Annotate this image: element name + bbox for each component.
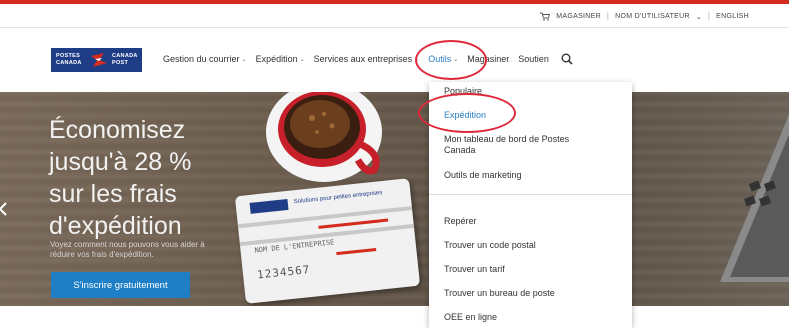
utility-bar: MAGASINER | NOM D'UTILISATEUR ⌄ | ENGLIS…: [0, 10, 789, 28]
canada-post-eagle-icon: [91, 53, 107, 67]
laptop-image: [720, 114, 789, 282]
chevron-down-icon: ⌄: [241, 56, 247, 63]
dropdown-item-oee-en-ligne[interactable]: OEE en ligne: [444, 312, 497, 322]
menu-item-expedition[interactable]: Expédition ⌄: [256, 54, 305, 64]
top-accent-bar: [0, 0, 789, 4]
shop-link[interactable]: MAGASINER: [556, 13, 601, 20]
hero-headline: Économisez jusqu'à 28 % sur les frais d'…: [49, 116, 192, 240]
card-logo: [249, 198, 289, 214]
utility-links: MAGASINER | NOM D'UTILISATEUR ⌄ | ENGLIS…: [540, 12, 749, 21]
menu-item-outils[interactable]: Outils ⌄: [428, 54, 458, 64]
logo-text-left: POSTES CANADA: [56, 53, 82, 66]
dropdown-divider: [429, 194, 632, 195]
chevron-down-icon: ⌄: [299, 56, 305, 63]
search-icon[interactable]: [561, 53, 573, 65]
primary-menu: Gestion du courrier ⌄ Expédition ⌄ Service…: [163, 53, 573, 65]
dropdown-item-reperer[interactable]: Repérer: [444, 216, 477, 226]
utility-separator: |: [606, 13, 610, 20]
signup-button[interactable]: S'inscrire gratuitement: [51, 272, 190, 298]
language-link[interactable]: ENGLISH: [716, 13, 749, 20]
coffee-cup-image: [266, 92, 382, 182]
menu-item-magasiner[interactable]: Magasiner: [467, 54, 509, 64]
hero-banner: Solutions pour petites entreprises NOM D…: [0, 92, 789, 306]
dropdown-item-expedition[interactable]: Expédition: [444, 110, 486, 120]
chevron-down-icon: ⌄: [453, 56, 459, 63]
menu-item-soutien[interactable]: Soutien: [518, 54, 549, 64]
utility-separator: |: [708, 13, 711, 20]
username-link[interactable]: NOM D'UTILISATEUR: [615, 13, 690, 20]
cart-icon[interactable]: [540, 12, 551, 21]
dropdown-item-populaire[interactable]: Populaire: [444, 86, 482, 96]
menu-item-gestion-du-courrier[interactable]: Gestion du courrier ⌄: [163, 54, 247, 64]
chevron-down-icon: ⌄: [414, 56, 420, 63]
logo-text-right: CANADA POST: [112, 53, 138, 66]
business-card-image: Solutions pour petites entreprises NOM D…: [234, 178, 421, 304]
menu-item-services-aux-entreprises[interactable]: Services aux entreprises ⌄: [314, 54, 420, 64]
dropdown-item-tableau-de-bord[interactable]: Mon tableau de bord de Postes Canada: [444, 134, 594, 156]
dropdown-item-tarif[interactable]: Trouver un tarif: [444, 264, 505, 274]
card-red-line: [336, 247, 377, 256]
carousel-previous-icon[interactable]: [0, 202, 8, 216]
canada-post-logo[interactable]: POSTES CANADA CANADA POST: [51, 48, 142, 72]
card-title: Solutions pour petites entreprises: [293, 190, 383, 206]
hero-subtext: Voyez comment nous pouvons vous aider à …: [50, 240, 205, 259]
main-nav: POSTES CANADA CANADA POST Gestion du cou…: [0, 30, 789, 92]
dropdown-item-code-postal[interactable]: Trouver un code postal: [444, 240, 536, 250]
chevron-down-icon: ⌄: [695, 13, 703, 21]
dropdown-item-outils-de-marketing[interactable]: Outils de marketing: [444, 170, 522, 180]
dropdown-item-bureau-de-poste[interactable]: Trouver un bureau de poste: [444, 288, 555, 298]
card-digits: 1234567: [256, 262, 311, 282]
outils-dropdown-menu: Populaire Expédition Mon tableau de bord…: [429, 82, 632, 328]
